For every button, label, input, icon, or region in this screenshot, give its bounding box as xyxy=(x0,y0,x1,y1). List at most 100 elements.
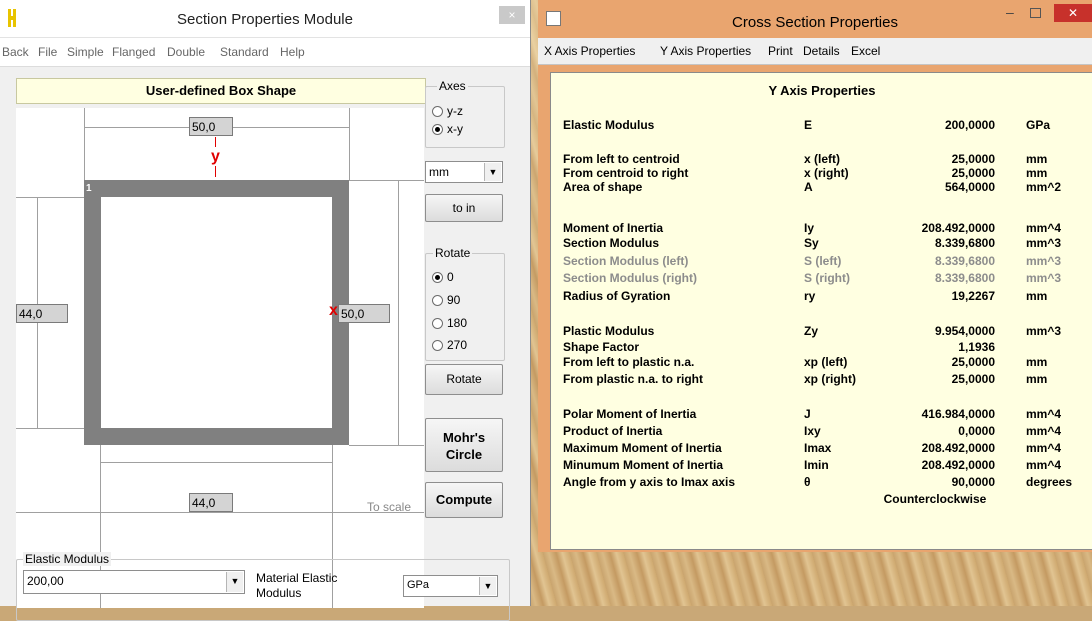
rotate-option-0[interactable]: 0 xyxy=(432,270,454,284)
property-value: 416.984,0000 xyxy=(921,407,995,421)
mohrs-circle-line2: Circle xyxy=(445,447,483,462)
extension-line xyxy=(16,197,84,198)
property-symbol: Iy xyxy=(804,221,815,235)
property-label: Section Modulus (right) xyxy=(563,271,697,285)
minimize-button[interactable]: – xyxy=(1006,4,1014,20)
elastic-modulus-value: 200,00 xyxy=(27,574,64,588)
dim-right-height[interactable]: 50,0 xyxy=(338,304,390,323)
property-label: From left to plastic n.a. xyxy=(563,355,695,369)
property-label: Plastic Modulus xyxy=(563,324,655,338)
dim-left-height[interactable]: 44,0 xyxy=(16,304,68,323)
axes-option-y-z[interactable]: y-z xyxy=(432,104,463,118)
chevron-down-icon[interactable]: ▼ xyxy=(484,163,501,181)
dim-bottom-width[interactable]: 44,0 xyxy=(189,493,233,512)
property-row: Polar Moment of Inertia J 416.984,0000 mm^4 xyxy=(550,407,1092,421)
property-row: From centroid to right x (right) 25,0000 mm xyxy=(550,166,1092,180)
property-unit: degrees xyxy=(1026,475,1073,489)
dimension-line-right xyxy=(398,180,399,445)
rotate-option-90[interactable]: 90 xyxy=(432,293,460,307)
property-label: Maximum Moment of Inertia xyxy=(563,441,722,455)
property-symbol: A xyxy=(804,180,813,194)
elastic-modulus-input[interactable]: 200,00 ▼ xyxy=(23,570,245,594)
property-row: Elastic Modulus E 200,0000 GPa xyxy=(550,118,1092,132)
property-unit: mm^4 xyxy=(1026,221,1062,235)
right-close-button[interactable]: ✕ xyxy=(1054,4,1092,22)
left-title-bar[interactable]: Section Properties Module × xyxy=(0,0,530,38)
dim-top-width[interactable]: 50,0 xyxy=(189,117,233,136)
menu-file[interactable]: File xyxy=(38,45,57,59)
axes-option-x-y[interactable]: x-y xyxy=(432,122,463,136)
maximize-button[interactable] xyxy=(1030,8,1041,18)
elastic-unit-select[interactable]: GPa ▼ xyxy=(403,575,498,597)
radio-indicator xyxy=(432,317,443,329)
menu-standard[interactable]: Standard xyxy=(220,45,269,59)
property-unit: mm xyxy=(1026,289,1048,303)
menu-flanged[interactable]: Flanged xyxy=(112,45,155,59)
left-window-title: Section Properties Module xyxy=(177,11,353,28)
property-row: From plastic n.a. to right xp (right) 25,0… xyxy=(550,372,1092,386)
menu-y-axis-properties[interactable]: Y Axis Properties xyxy=(660,44,751,58)
units-select[interactable]: mm ▼ xyxy=(425,161,503,183)
rotate-option-label: 270 xyxy=(447,338,468,352)
compute-button[interactable]: Compute xyxy=(425,482,503,518)
property-symbol: ry xyxy=(804,289,816,303)
property-symbol: Ixy xyxy=(804,424,821,438)
property-row: Product of Inertia Ixy 0,0000 mm^4 xyxy=(550,424,1092,438)
rotate-option-270[interactable]: 270 xyxy=(432,338,467,352)
menu-details[interactable]: Details xyxy=(803,44,840,58)
property-symbol: S (left) xyxy=(804,254,842,268)
to-inches-button[interactable]: to in xyxy=(425,194,503,222)
property-row: Radius of Gyration ry 19,2267 mm xyxy=(550,289,1092,303)
property-label: Shape Factor xyxy=(563,340,640,354)
property-value: 8.339,6800 xyxy=(934,271,995,285)
property-symbol: Zy xyxy=(804,324,819,338)
radio-indicator xyxy=(432,123,443,135)
property-unit: mm^3 xyxy=(1026,271,1062,285)
extension-line xyxy=(84,108,85,180)
right-title-bar[interactable]: Cross Section Properties – ✕ xyxy=(538,0,1092,38)
property-value: 200,0000 xyxy=(944,118,995,132)
rotate-option-label: 180 xyxy=(447,316,468,330)
property-symbol: xp (left) xyxy=(804,355,848,369)
direction-row: Counterclockwise xyxy=(550,492,1092,506)
material-elastic-label: Material Elastic Modulus xyxy=(256,571,338,600)
menu-double[interactable]: Double xyxy=(167,45,205,59)
menu-x-axis-properties[interactable]: X Axis Properties xyxy=(544,44,635,58)
property-value: 1,1936 xyxy=(958,340,995,354)
property-row: Section Modulus Sy 8.339,6800 mm^3 xyxy=(550,236,1092,250)
left-close-button[interactable]: × xyxy=(499,6,525,24)
chevron-down-icon[interactable]: ▼ xyxy=(479,577,496,595)
property-row: Section Modulus (left) S (left) 8.339,6800… xyxy=(550,254,1092,268)
direction-note: Counterclockwise xyxy=(883,492,987,506)
menu-print[interactable]: Print xyxy=(768,44,793,58)
menu-back[interactable]: Back xyxy=(2,45,29,59)
property-symbol: E xyxy=(804,118,813,132)
property-row: Shape Factor 1,1936 xyxy=(550,340,1092,354)
chevron-down-icon[interactable]: ▼ xyxy=(226,572,243,592)
property-value: 8.339,6800 xyxy=(934,236,995,250)
dimension-line-bottom xyxy=(100,462,332,463)
property-label: From left to centroid xyxy=(563,152,680,166)
property-row: Angle from y axis to Imax axis θ 90,0000 de… xyxy=(550,475,1092,489)
rotate-button[interactable]: Rotate xyxy=(425,364,503,395)
property-value: 25,0000 xyxy=(951,166,995,180)
rotate-option-180[interactable]: 180 xyxy=(432,316,467,330)
elastic-unit-value: GPa xyxy=(407,579,430,591)
rotate-option-label: 90 xyxy=(447,293,461,307)
property-row: From left to plastic n.a. xp (left) 25,000… xyxy=(550,355,1092,369)
rotate-group-title: Rotate xyxy=(433,246,473,260)
box-shape-inner xyxy=(101,197,332,428)
mohrs-circle-button[interactable]: Mohr's Circle xyxy=(425,418,503,472)
menu-simple[interactable]: Simple xyxy=(67,45,104,59)
menu-help[interactable]: Help xyxy=(280,45,305,59)
property-label: Section Modulus (left) xyxy=(563,254,689,268)
shape-title: User-defined Box Shape xyxy=(16,78,426,104)
property-symbol: Imax xyxy=(804,441,832,455)
property-symbol: S (right) xyxy=(804,271,850,285)
menu-excel[interactable]: Excel xyxy=(851,44,880,58)
property-symbol: θ xyxy=(804,475,811,489)
y-axis-tick xyxy=(215,166,216,177)
property-value: 25,0000 xyxy=(951,355,995,369)
property-unit: mm^3 xyxy=(1026,254,1062,268)
property-label: Minumum Moment of Inertia xyxy=(563,458,723,472)
